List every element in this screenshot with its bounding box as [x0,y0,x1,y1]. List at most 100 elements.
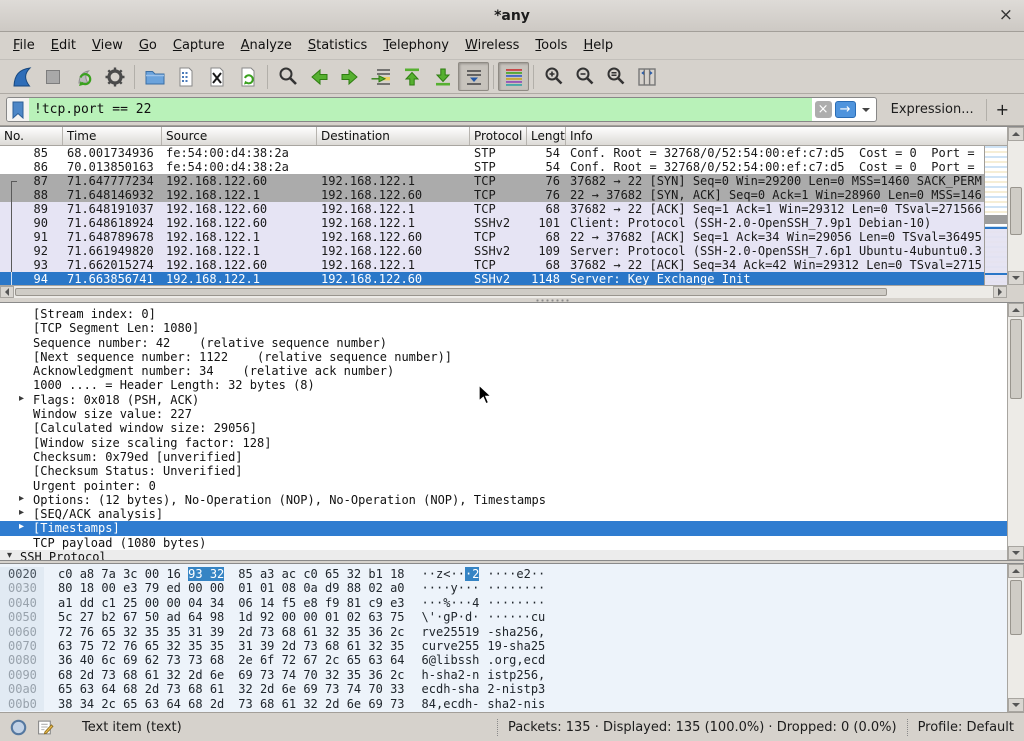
scroll-down-button[interactable] [1008,546,1024,560]
detail-line[interactable]: [Checksum Status: Unverified] [0,464,1007,478]
scrollbar-thumb[interactable] [1010,187,1022,235]
scrollbar-thumb[interactable] [1010,580,1022,635]
packet-row[interactable]: 8871.648146932192.168.122.1192.168.122.6… [0,188,984,202]
hex-row[interactable]: 00a065 63 64 68 2d 73 68 6132 2d 6e 69 7… [0,682,1007,696]
save-file-button[interactable] [170,62,201,91]
detail-line[interactable]: [Next sequence number: 1122 (relative se… [0,350,1007,364]
tree-collapsed-icon[interactable]: ▸ [19,507,24,518]
add-filter-button[interactable]: + [986,99,1018,121]
resize-columns-button[interactable] [631,62,662,91]
scroll-down-button[interactable] [1008,271,1024,285]
packet-row[interactable]: 9371.662015274192.168.122.60192.168.122.… [0,258,984,272]
bytes-vertical-scrollbar[interactable] [1007,564,1024,712]
filter-dropdown-caret[interactable] [862,108,870,116]
auto-scroll-toggle[interactable] [458,62,489,91]
tree-collapsed-icon[interactable]: ▸ [19,393,24,404]
column-header-info[interactable]: Info [566,127,1007,145]
column-header-source[interactable]: Source [162,127,317,145]
display-filter-combo[interactable]: !tcp.port == 22 × → [6,97,877,122]
detail-line[interactable]: ▸[SEQ/ACK analysis] [0,507,1007,521]
detail-line[interactable]: TCP payload (1080 bytes) [0,536,1007,550]
filter-clear-button[interactable]: × [815,101,832,118]
column-header-length[interactable]: Length [527,127,566,145]
packet-row[interactable]: 9071.648618924192.168.122.60192.168.122.… [0,216,984,230]
packet-row[interactable]: 9271.661949820192.168.122.1192.168.122.6… [0,244,984,258]
detail-line[interactable]: Checksum: 0x79ed [unverified] [0,450,1007,464]
hex-row[interactable]: 0040a1 dd c1 25 00 00 04 3406 14 f5 e8 f… [0,596,1007,610]
go-forward-button[interactable] [334,62,365,91]
menu-statistics[interactable]: Statistics [300,34,375,57]
tree-collapsed-icon[interactable]: ▸ [19,493,24,504]
scroll-right-button[interactable] [993,286,1007,298]
hex-row[interactable]: 006072 76 65 32 35 35 31 392d 73 68 61 3… [0,625,1007,639]
scroll-up-button[interactable] [1008,303,1024,317]
hex-row[interactable]: 009068 2d 73 68 61 32 2d 6e69 73 74 70 3… [0,668,1007,682]
restart-capture-button[interactable] [68,62,99,91]
detail-line[interactable]: Acknowledgment number: 34 (relative ack … [0,364,1007,378]
zoom-normal-button[interactable] [600,62,631,91]
filter-bookmark-button[interactable] [7,98,29,121]
detail-line[interactable]: [Window size scaling factor: 128] [0,436,1007,450]
display-filter-input[interactable]: !tcp.port == 22 [29,98,812,121]
menu-view[interactable]: View [84,34,131,57]
tree-collapsed-icon[interactable]: ▸ [19,521,24,532]
capture-comment-icon[interactable] [37,719,54,736]
scrollbar-thumb[interactable] [1010,319,1022,399]
menu-edit[interactable]: Edit [43,34,84,57]
packet-list-vertical-scrollbar[interactable] [1007,127,1024,285]
tree-expanded-icon[interactable]: ▾ [7,550,12,560]
column-header-no[interactable]: No. [0,127,63,145]
menu-help[interactable]: Help [575,34,621,57]
detail-line[interactable]: [Calculated window size: 29056] [0,421,1007,435]
close-file-button[interactable] [201,62,232,91]
hex-row[interactable]: 007063 75 72 76 65 32 35 3531 39 2d 73 6… [0,639,1007,653]
hex-row[interactable]: 008036 40 6c 69 62 73 73 682e 6f 72 67 2… [0,653,1007,667]
detail-line[interactable]: ▸[Timestamps] [0,521,1007,535]
go-back-button[interactable] [303,62,334,91]
detail-line[interactable]: ▸Options: (12 bytes), No-Operation (NOP)… [0,493,1007,507]
column-header-destination[interactable]: Destination [317,127,470,145]
close-button[interactable]: × [999,5,1013,25]
menu-file[interactable]: File [5,34,43,57]
menu-telephony[interactable]: Telephony [375,34,457,57]
packet-row[interactable]: 8771.647777234192.168.122.60192.168.122.… [0,174,984,188]
packet-row[interactable]: 9471.663856741192.168.122.1192.168.122.6… [0,272,984,285]
menu-wireless[interactable]: Wireless [457,34,527,57]
detail-line[interactable]: [TCP Segment Len: 1080] [0,321,1007,335]
find-packet-button[interactable] [272,62,303,91]
go-to-bottom-button[interactable] [427,62,458,91]
menu-analyze[interactable]: Analyze [233,34,300,57]
detail-line[interactable]: Window size value: 227 [0,407,1007,421]
expert-info-icon[interactable] [10,719,27,736]
reload-file-button[interactable] [232,62,263,91]
scroll-up-button[interactable] [1008,127,1024,141]
hex-row[interactable]: 00b038 34 2c 65 63 64 68 2d73 68 61 32 2… [0,697,1007,711]
scroll-down-button[interactable] [1008,698,1024,712]
capture-options-button[interactable] [99,62,130,91]
detail-line[interactable]: [Stream index: 0] [0,307,1007,321]
open-file-button[interactable] [139,62,170,91]
profile-selector[interactable]: Profile: Default [918,720,1014,735]
hex-row[interactable]: 00505c 27 b2 67 50 ad 64 981d 92 00 00 0… [0,610,1007,624]
stop-capture-button[interactable] [37,62,68,91]
expression-button[interactable]: Expression... [877,102,986,117]
menu-go[interactable]: Go [131,34,165,57]
packet-row[interactable]: 8670.013850163fe:54:00:d4:38:2aSTP54Conf… [0,160,984,174]
detail-line[interactable]: ▸Flags: 0x018 (PSH, ACK) [0,393,1007,407]
intelligent-scrollbar-minimap[interactable] [984,146,1007,285]
packet-list-horizontal-scrollbar[interactable] [0,285,1007,298]
go-to-top-button[interactable] [396,62,427,91]
filter-apply-button[interactable]: → [835,101,856,118]
hex-row[interactable]: 0020c0 a8 7a 3c 00 16 93 3285 a3 ac c0 6… [0,567,1007,581]
packet-row[interactable]: 8568.001734936fe:54:00:d4:38:2aSTP54Conf… [0,146,984,160]
start-capture-button[interactable] [6,62,37,91]
hex-row[interactable]: 003080 18 00 e3 79 ed 00 0001 01 08 0a d… [0,581,1007,595]
zoom-in-button[interactable] [538,62,569,91]
detail-line[interactable]: Sequence number: 42 (relative sequence n… [0,336,1007,350]
scroll-left-button[interactable] [0,286,14,298]
zoom-out-button[interactable] [569,62,600,91]
colorize-toggle[interactable] [498,62,529,91]
column-header-protocol[interactable]: Protocol [470,127,527,145]
go-to-packet-button[interactable] [365,62,396,91]
details-vertical-scrollbar[interactable] [1007,303,1024,560]
